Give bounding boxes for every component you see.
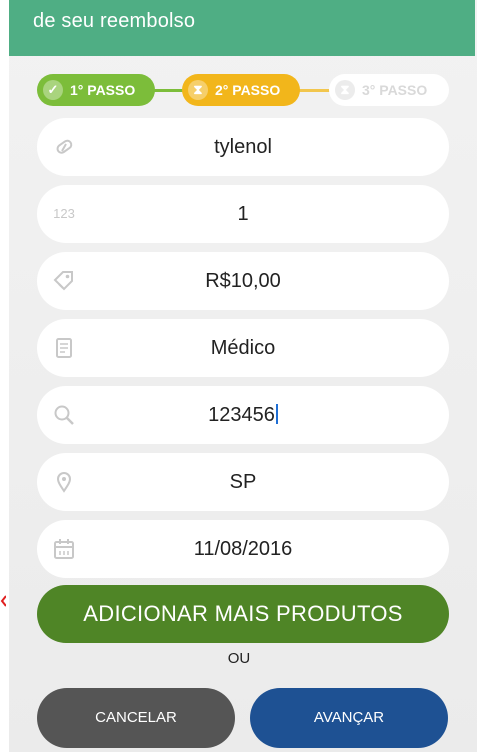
step-1: ✓ 1° PASSO — [37, 74, 155, 106]
app-header: de seu reembolso — [9, 0, 475, 56]
expense-type-field[interactable]: Médico — [37, 319, 449, 377]
hourglass-icon: ⧗ — [335, 80, 355, 100]
date-field[interactable]: 11/08/2016 — [37, 520, 449, 578]
code-field[interactable]: 123456 — [37, 386, 449, 444]
quantity-value: 1 — [237, 203, 249, 225]
cancel-button[interactable]: CANCELAR — [37, 688, 235, 748]
text-cursor — [275, 404, 278, 424]
step-connector — [153, 89, 185, 92]
date-value: 11/08/2016 — [193, 538, 293, 560]
or-separator: OU — [227, 650, 251, 667]
quantity-field[interactable]: 123 1 — [37, 185, 449, 243]
product-name-value: tylenol — [214, 136, 272, 158]
code-text: 123456 — [208, 404, 275, 426]
price-field[interactable]: R$10,00 — [37, 252, 449, 310]
code-value: 123456 — [37, 404, 449, 427]
price-value: R$10,00 — [205, 270, 281, 292]
header-title: de seu reembolso — [33, 10, 196, 32]
step-label: 2° PASSO — [215, 82, 281, 98]
step-connector — [298, 89, 332, 92]
hourglass-icon: ⧗ — [188, 80, 208, 100]
step-2: ⧗ 2° PASSO — [182, 74, 300, 106]
step-label: 3° PASSO — [362, 82, 428, 98]
red-annotation-mark — [0, 595, 6, 607]
step-3: ⧗ 3° PASSO — [329, 74, 449, 106]
add-more-products-button[interactable]: ADICIONAR MAIS PRODUTOS — [37, 585, 449, 643]
product-name-field[interactable]: tylenol — [37, 118, 449, 176]
state-value: SP — [229, 471, 257, 493]
state-field[interactable]: SP — [37, 453, 449, 511]
expense-type-value: Médico — [210, 337, 276, 359]
step-label: 1° PASSO — [70, 82, 136, 98]
check-icon: ✓ — [43, 80, 63, 100]
next-button[interactable]: AVANÇAR — [250, 688, 448, 748]
step-progress: ✓ 1° PASSO ⧗ 2° PASSO ⧗ 3° PASSO — [37, 74, 449, 108]
